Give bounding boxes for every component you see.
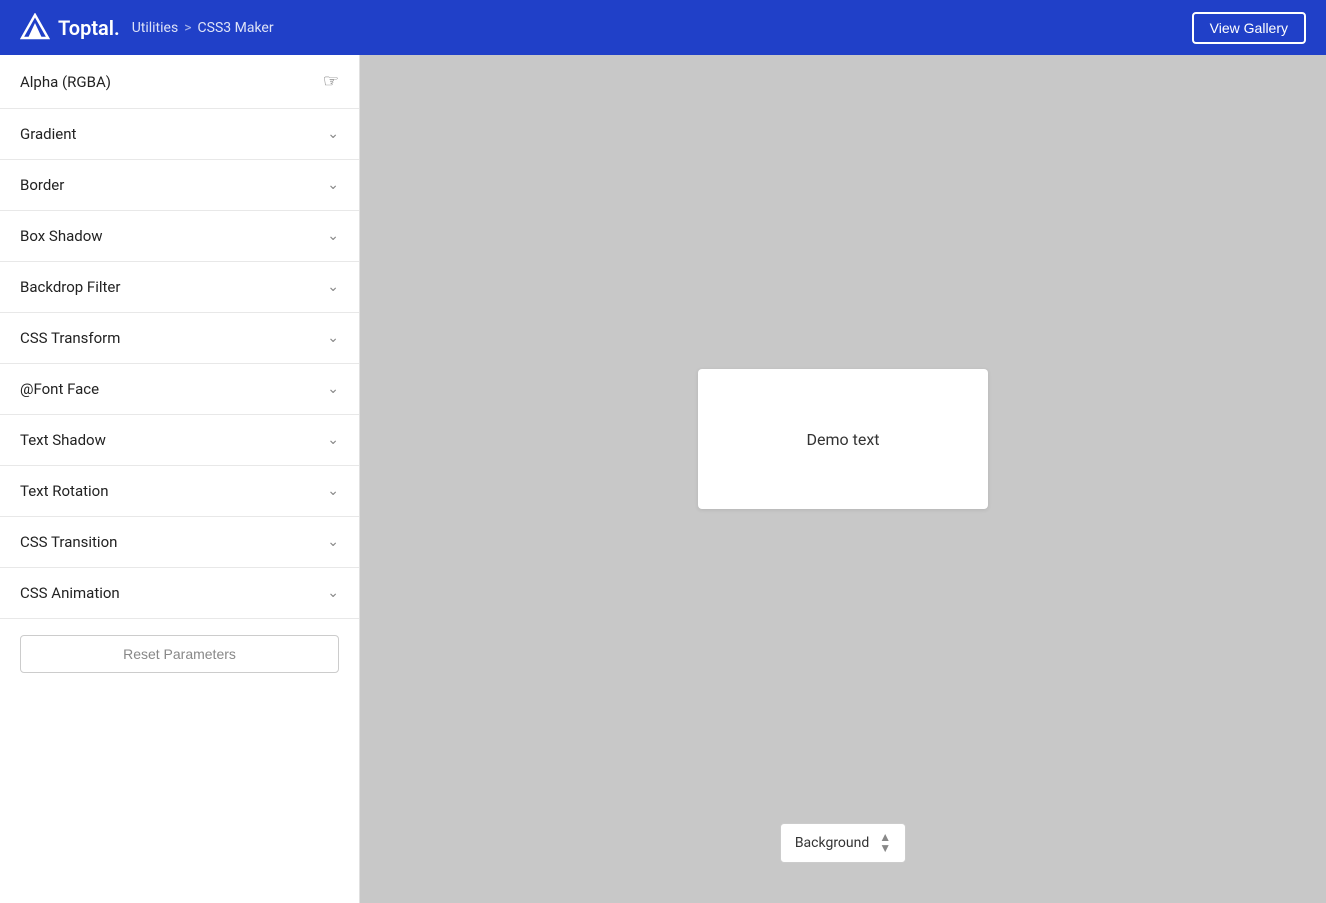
chevron-down-icon: ⌄ <box>327 483 339 499</box>
chevron-down-icon: ⌄ <box>327 381 339 397</box>
view-gallery-button[interactable]: View Gallery <box>1192 12 1306 44</box>
sidebar-item-label-border: Border <box>20 176 64 194</box>
sidebar-item-text-shadow[interactable]: Text Shadow ⌄ <box>0 415 359 466</box>
breadcrumb-separator: > <box>184 20 191 36</box>
sidebar-item-text-rotation[interactable]: Text Rotation ⌄ <box>0 466 359 517</box>
sidebar-item-label-text-rotation: Text Rotation <box>20 482 109 500</box>
sidebar-item-backdrop-filter[interactable]: Backdrop Filter ⌄ <box>0 262 359 313</box>
sidebar-item-label-box-shadow: Box Shadow <box>20 227 103 245</box>
background-dropdown[interactable]: Background ▲ ▼ <box>780 823 906 863</box>
sidebar-item-label-backdrop-filter: Backdrop Filter <box>20 278 120 296</box>
updown-arrows-icon: ▲ ▼ <box>879 832 891 854</box>
sidebar: Alpha (RGBA) ☞ Gradient ⌄ Border ⌄ Box S… <box>0 55 360 903</box>
sidebar-item-label-gradient: Gradient <box>20 125 76 143</box>
logo-text: Toptal. <box>58 16 120 40</box>
chevron-down-icon: ⌄ <box>327 228 339 244</box>
app-header: Toptal. Utilities > CSS3 Maker View Gall… <box>0 0 1326 55</box>
preview-area: Demo text Background ▲ ▼ <box>360 55 1326 903</box>
sidebar-item-css-transition[interactable]: CSS Transition ⌄ <box>0 517 359 568</box>
main-layout: Alpha (RGBA) ☞ Gradient ⌄ Border ⌄ Box S… <box>0 55 1326 903</box>
reset-button-wrapper: Reset Parameters <box>0 619 359 689</box>
breadcrumb-css3maker: CSS3 Maker <box>198 20 274 36</box>
background-dropdown-label: Background <box>795 835 869 851</box>
sidebar-item-gradient[interactable]: Gradient ⌄ <box>0 109 359 160</box>
hand-cursor-icon: ☞ <box>323 71 339 92</box>
sidebar-item-label-css-transition: CSS Transition <box>20 533 117 551</box>
sidebar-item-css-transform[interactable]: CSS Transform ⌄ <box>0 313 359 364</box>
sidebar-item-label-css-animation: CSS Animation <box>20 584 120 602</box>
chevron-down-icon: ⌄ <box>327 534 339 550</box>
sidebar-item-alpha-rgba[interactable]: Alpha (RGBA) ☞ <box>0 55 359 109</box>
sidebar-item-box-shadow[interactable]: Box Shadow ⌄ <box>0 211 359 262</box>
sidebar-item-label-font-face: @Font Face <box>20 380 99 398</box>
sidebar-item-label-text-shadow: Text Shadow <box>20 431 106 449</box>
sidebar-item-border[interactable]: Border ⌄ <box>0 160 359 211</box>
chevron-down-icon: ⌄ <box>327 126 339 142</box>
demo-box: Demo text <box>698 369 988 509</box>
sidebar-item-label-alpha: Alpha (RGBA) <box>20 73 111 91</box>
breadcrumb: Utilities > CSS3 Maker <box>132 20 274 36</box>
chevron-down-icon: ⌄ <box>327 330 339 346</box>
demo-text: Demo text <box>807 430 880 449</box>
reset-parameters-button[interactable]: Reset Parameters <box>20 635 339 673</box>
header-left: Toptal. Utilities > CSS3 Maker <box>20 13 274 43</box>
chevron-down-icon: ⌄ <box>327 585 339 601</box>
sidebar-item-css-animation[interactable]: CSS Animation ⌄ <box>0 568 359 619</box>
logo: Toptal. <box>20 13 120 43</box>
chevron-down-icon: ⌄ <box>327 432 339 448</box>
sidebar-item-font-face[interactable]: @Font Face ⌄ <box>0 364 359 415</box>
chevron-down-icon: ⌄ <box>327 177 339 193</box>
chevron-down-icon: ⌄ <box>327 279 339 295</box>
toptal-logo-icon <box>20 13 50 43</box>
background-dropdown-wrapper: Background ▲ ▼ <box>780 823 906 863</box>
sidebar-item-label-css-transform: CSS Transform <box>20 329 120 347</box>
breadcrumb-utilities: Utilities <box>132 20 179 36</box>
